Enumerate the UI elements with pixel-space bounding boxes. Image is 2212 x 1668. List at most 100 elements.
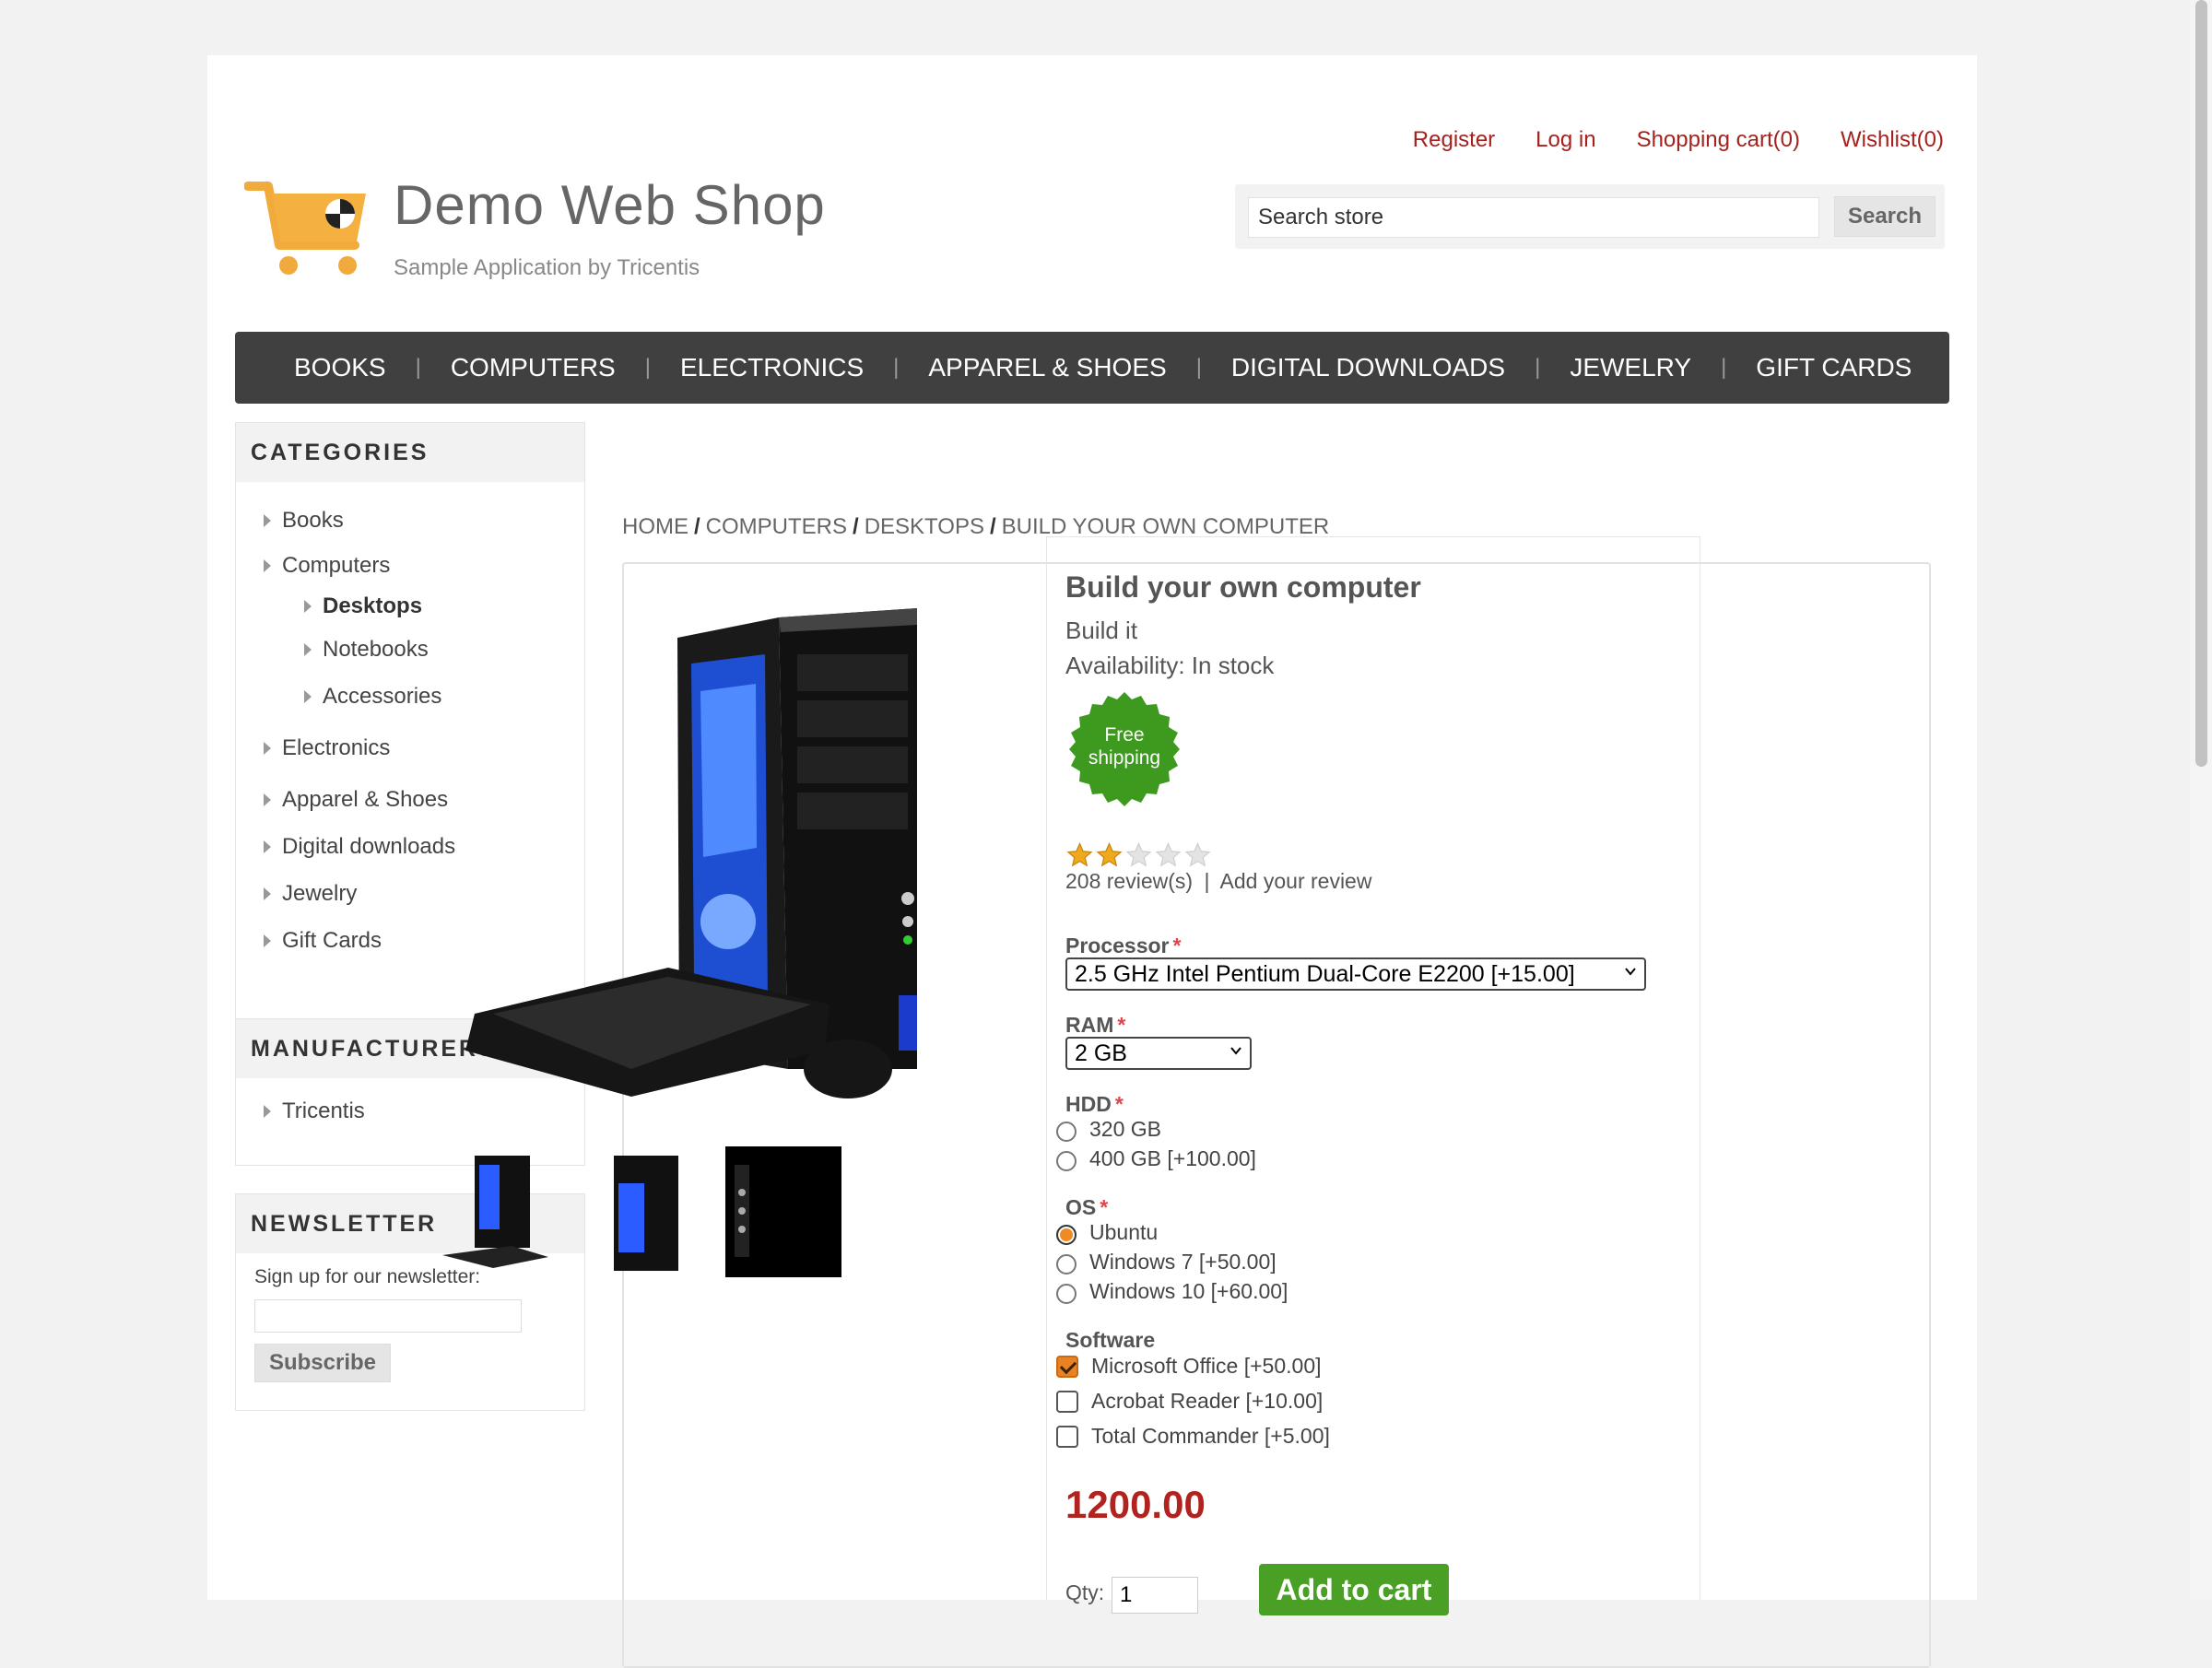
free-shipping-line2: shipping	[1088, 747, 1161, 769]
category-label: Gift Cards	[282, 927, 382, 953]
category-label: Books	[282, 507, 344, 533]
software-option-label: Acrobat Reader [+10.00]	[1091, 1389, 1324, 1413]
software-option-label: Microsoft Office [+50.00]	[1091, 1354, 1322, 1378]
reviews-count-link[interactable]: 208 review(s)	[1065, 869, 1193, 893]
checkbox[interactable]	[1056, 1390, 1078, 1413]
nav-jewelry[interactable]: JEWELRY	[1540, 353, 1721, 382]
software-option-total-commander[interactable]: Total Commander [+5.00]	[1056, 1424, 1330, 1449]
reviews-separator: |	[1204, 869, 1210, 893]
os-label-text: OS	[1065, 1195, 1097, 1219]
hdd-option-label: 400 GB [+100.00]	[1089, 1145, 1256, 1170]
product-thumbnail-2[interactable]	[582, 1146, 698, 1277]
hdd-option-320[interactable]: 320 GB	[1056, 1116, 1161, 1142]
radio-button-selected[interactable]	[1056, 1225, 1077, 1245]
triangle-right-icon	[264, 513, 271, 527]
hdd-label-text: HDD	[1065, 1092, 1112, 1116]
product-short-description: Build it	[1065, 617, 1138, 644]
categories-title: CATEGORIES	[236, 423, 584, 482]
os-label: OS *	[1065, 1195, 1108, 1220]
triangle-right-icon	[264, 558, 271, 572]
add-to-cart-button[interactable]: Add to cart	[1259, 1564, 1449, 1615]
product-thumbnail-1[interactable]	[438, 1146, 554, 1277]
breadcrumb-current: BUILD YOUR OWN COMPUTER	[1001, 514, 1330, 539]
add-review-link[interactable]: Add your review	[1220, 869, 1372, 893]
radio-button[interactable]	[1056, 1151, 1077, 1171]
os-option-label: Ubuntu	[1089, 1219, 1159, 1244]
qty-input[interactable]	[1112, 1577, 1198, 1614]
chevron-down-icon	[1230, 1047, 1241, 1055]
software-option-ms-office[interactable]: Microsoft Office [+50.00]	[1056, 1354, 1322, 1379]
ram-label: RAM *	[1065, 1013, 1125, 1038]
nav-books[interactable]: BOOKS	[265, 353, 416, 382]
triangle-right-icon	[264, 887, 271, 900]
category-label: Desktops	[323, 593, 423, 618]
processor-select[interactable]: 2.5 GHz Intel Pentium Dual-Core E2200 [+…	[1065, 957, 1646, 991]
required-mark: *	[1114, 1092, 1124, 1116]
triangle-right-icon	[304, 600, 312, 613]
software-option-acrobat[interactable]: Acrobat Reader [+10.00]	[1056, 1389, 1323, 1414]
star-filled-icon	[1066, 841, 1093, 867]
nav-digital-downloads[interactable]: DIGITAL DOWNLOADS	[1202, 353, 1535, 382]
triangle-right-icon	[264, 1104, 271, 1118]
ram-select-value: 2 GB	[1075, 1040, 1127, 1066]
radio-button[interactable]	[1056, 1284, 1077, 1304]
os-option-ubuntu[interactable]: Ubuntu	[1056, 1219, 1158, 1245]
product-name: Build your own computer	[1065, 570, 1421, 604]
category-label: Electronics	[282, 735, 391, 760]
os-option-windows-7[interactable]: Windows 7 [+50.00]	[1056, 1249, 1277, 1274]
logo-title: Demo Web Shop	[394, 174, 826, 236]
qty-label: Qty:	[1065, 1580, 1105, 1604]
triangle-right-icon	[304, 642, 312, 656]
shopping-cart-link[interactable]: Shopping cart(0)	[1637, 127, 1800, 153]
ram-select[interactable]: 2 GB	[1065, 1037, 1252, 1070]
triangle-right-icon	[264, 742, 271, 755]
page-scrollbar[interactable]	[2190, 0, 2212, 1600]
category-label: Computers	[282, 552, 391, 578]
register-link[interactable]: Register	[1413, 127, 1495, 153]
search-button[interactable]: Search	[1834, 196, 1936, 237]
breadcrumb-separator: /	[694, 514, 700, 539]
radio-button[interactable]	[1056, 1122, 1077, 1142]
os-option-label: Windows 10 [+60.00]	[1089, 1278, 1288, 1303]
required-mark: *	[1172, 934, 1182, 957]
wishlist-link[interactable]: Wishlist(0)	[1841, 127, 1944, 153]
hdd-option-400[interactable]: 400 GB [+100.00]	[1056, 1145, 1256, 1171]
triangle-right-icon	[264, 934, 271, 947]
processor-label: Processor *	[1065, 934, 1181, 958]
breadcrumb-computers[interactable]: COMPUTERS	[706, 514, 847, 539]
nav-electronics[interactable]: ELECTRONICS	[651, 353, 893, 382]
software-label: Software	[1065, 1328, 1156, 1352]
triangle-right-icon	[304, 690, 312, 703]
nav-computers[interactable]: COMPUTERS	[421, 353, 645, 382]
star-empty-icon	[1184, 841, 1211, 867]
login-link[interactable]: Log in	[1535, 127, 1595, 153]
nav-apparel-shoes[interactable]: APPAREL & SHOES	[899, 353, 1195, 382]
newsletter-email-input[interactable]	[254, 1299, 522, 1333]
os-option-label: Windows 7 [+50.00]	[1089, 1249, 1277, 1274]
product-overview: Build your own computer Build it Availab…	[1046, 536, 1700, 1615]
search-box: Search	[1235, 184, 1945, 249]
required-mark: *	[1117, 1013, 1126, 1037]
manufacturer-label: Tricentis	[282, 1098, 365, 1123]
hdd-option-label: 320 GB	[1089, 1116, 1161, 1141]
nav-gift-cards[interactable]: GIFT CARDS	[1726, 353, 1941, 382]
search-input[interactable]	[1248, 197, 1819, 238]
logo[interactable]: Demo Web Shop Sample Application by Tric…	[244, 122, 825, 288]
breadcrumb-home[interactable]: HOME	[622, 514, 688, 539]
header-links: Register Log in Shopping cart(0) Wishlis…	[1413, 127, 1944, 153]
category-label: Notebooks	[323, 636, 429, 662]
checkbox-checked[interactable]	[1056, 1355, 1078, 1378]
free-shipping-line1: Free	[1104, 724, 1145, 746]
breadcrumb-desktops[interactable]: DESKTOPS	[865, 514, 984, 539]
processor-label-text: Processor	[1065, 934, 1170, 957]
scrollbar-thumb[interactable]	[2195, 0, 2207, 767]
category-books[interactable]: Books	[236, 497, 584, 544]
triangle-right-icon	[264, 840, 271, 853]
checkbox[interactable]	[1056, 1425, 1078, 1448]
subscribe-button[interactable]: Subscribe	[254, 1344, 391, 1382]
os-option-windows-10[interactable]: Windows 10 [+60.00]	[1056, 1278, 1288, 1304]
product-thumbnail-3[interactable]	[725, 1146, 841, 1277]
radio-button[interactable]	[1056, 1254, 1077, 1274]
star-empty-icon	[1155, 841, 1182, 867]
category-label: Jewelry	[282, 880, 358, 906]
